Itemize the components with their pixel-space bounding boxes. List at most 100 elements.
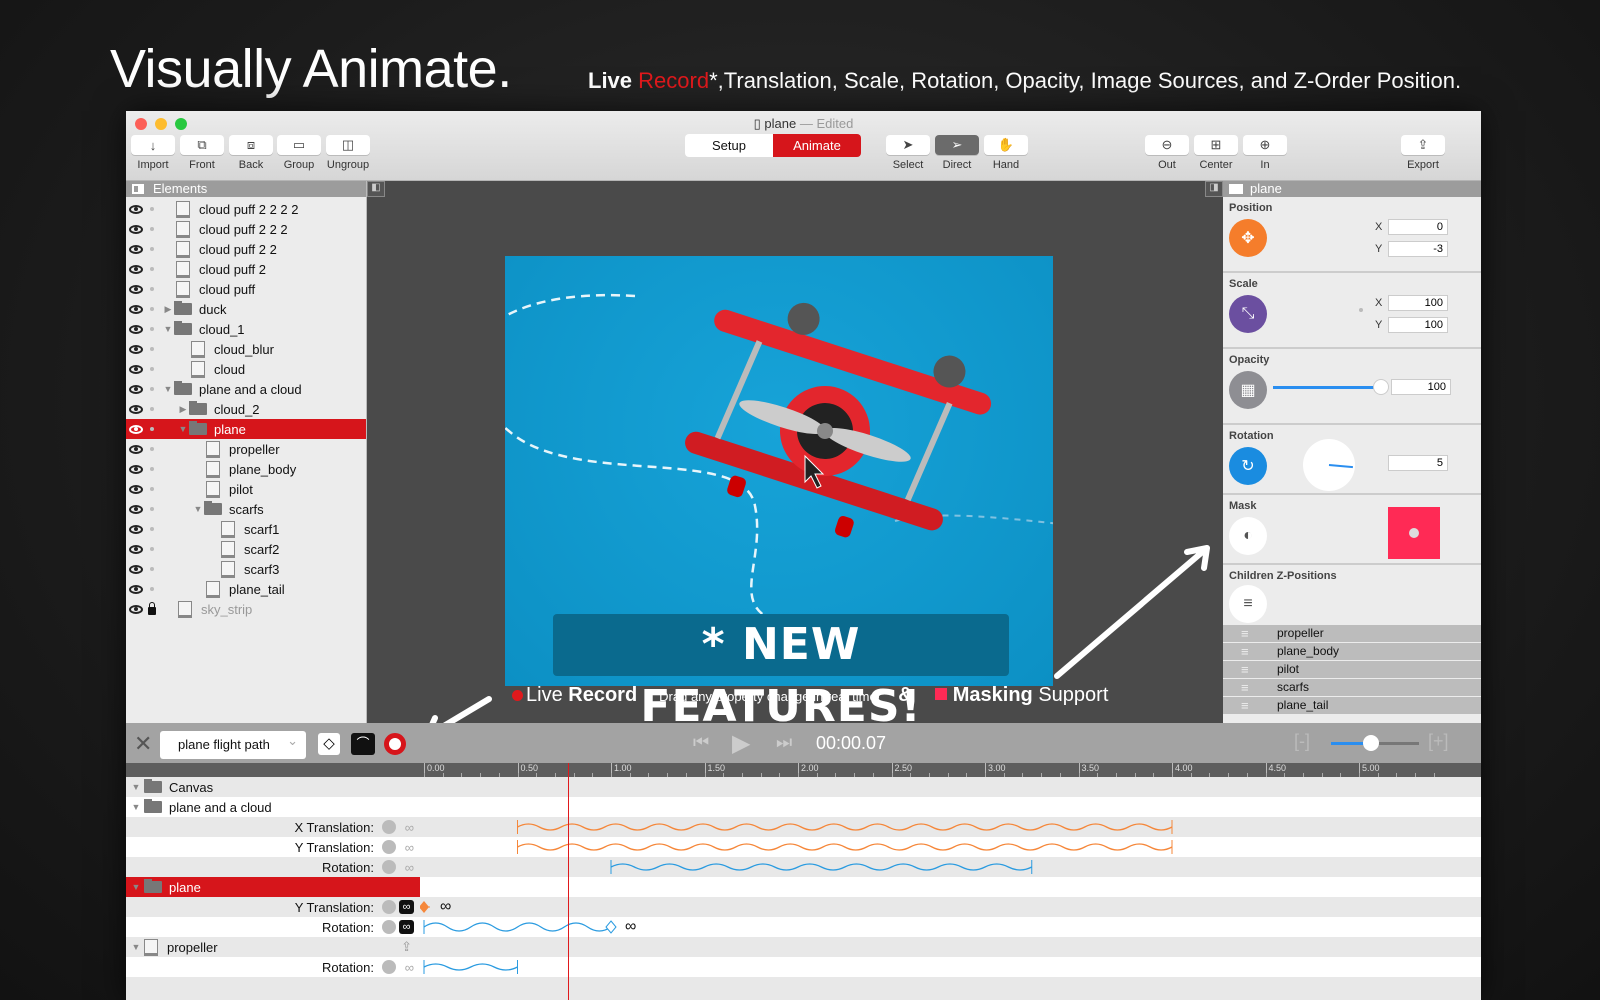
element-row[interactable]: ▶ cloud_2	[126, 399, 366, 419]
timeline-property-row[interactable]: Y Translation: ∞ ∞	[126, 897, 1481, 917]
out-button[interactable]: ⊖ Out	[1144, 135, 1190, 171]
direct-button[interactable]: ➢ Direct	[934, 135, 980, 171]
lock-toggle-dot[interactable]	[150, 567, 154, 571]
disclosure-closed-icon[interactable]: ▶	[177, 404, 189, 415]
animation-curve[interactable]	[420, 957, 1481, 977]
play-icon[interactable]: ▶	[732, 729, 750, 758]
visibility-eye-icon[interactable]	[129, 324, 143, 334]
z-order-item[interactable]: pilot	[1223, 661, 1481, 678]
playhead[interactable]	[568, 763, 569, 1000]
element-row[interactable]: scarf2	[126, 539, 366, 559]
scale-y-field[interactable]: 100	[1388, 317, 1448, 333]
timeline-property-row[interactable]: Y Translation: ∞	[126, 837, 1481, 857]
lock-toggle-dot[interactable]	[150, 267, 154, 271]
lock-toggle-dot[interactable]	[150, 347, 154, 351]
scale-icon[interactable]: ⤡	[1229, 295, 1267, 333]
disclosure-closed-icon[interactable]: ▶	[162, 304, 174, 315]
ungroup-button[interactable]: ◫ Ungroup	[325, 135, 371, 171]
disclosure-open-icon[interactable]: ▼	[130, 782, 142, 792]
add-keyframe-icon[interactable]	[382, 960, 396, 974]
element-row[interactable]: cloud puff	[126, 279, 366, 299]
timeline-property-row[interactable]: Rotation: ∞ ∞	[126, 917, 1481, 937]
timeline-property-row[interactable]: Rotation: ∞	[126, 857, 1481, 877]
timeline-zoom-slider[interactable]	[1331, 735, 1419, 751]
visibility-eye-icon[interactable]	[129, 604, 143, 614]
visibility-eye-icon[interactable]	[129, 464, 143, 474]
select-button[interactable]: ➤ Select	[885, 135, 931, 171]
add-keyframe-icon[interactable]	[382, 840, 396, 854]
lock-toggle-dot[interactable]	[150, 287, 154, 291]
visibility-eye-icon[interactable]	[129, 224, 143, 234]
lock-toggle-dot[interactable]	[150, 207, 154, 211]
skip-forward-icon[interactable]: ⏭	[776, 732, 792, 753]
z-order-item[interactable]: plane_body	[1223, 643, 1481, 660]
element-row[interactable]: ▼ plane	[126, 419, 366, 439]
loop-marker-icon[interactable]: ∞	[625, 918, 636, 936]
disclosure-open-icon[interactable]: ▼	[162, 324, 174, 334]
visibility-eye-icon[interactable]	[129, 264, 143, 274]
mask-icon[interactable]: ◐	[1229, 517, 1267, 555]
lock-toggle-dot[interactable]	[150, 547, 154, 551]
visibility-eye-icon[interactable]	[129, 504, 143, 514]
element-row[interactable]: pilot	[126, 479, 366, 499]
animation-curve[interactable]	[420, 917, 1481, 937]
animation-curve[interactable]	[420, 817, 1481, 837]
close-timeline-icon[interactable]: ✕	[134, 731, 152, 757]
timeline-group-row[interactable]: ▼ plane	[126, 877, 1481, 897]
move-icon[interactable]: ✥	[1229, 219, 1267, 257]
disclosure-open-icon[interactable]: ▼	[130, 802, 142, 812]
lock-toggle-dot[interactable]	[150, 407, 154, 411]
element-row[interactable]: ▼ cloud_1	[126, 319, 366, 339]
scale-link-dot[interactable]	[1359, 308, 1363, 312]
element-row[interactable]: cloud puff 2	[126, 259, 366, 279]
stage[interactable]: * NEW FEATURES!	[505, 256, 1053, 732]
loop-icon[interactable]: ∞	[399, 920, 414, 934]
zoom-out-timeline-icon[interactable]: [-]	[1294, 731, 1310, 752]
setup-mode-button[interactable]: Setup	[685, 134, 773, 157]
loop-icon[interactable]: ∞	[405, 860, 414, 875]
element-row[interactable]: scarf1	[126, 519, 366, 539]
list-icon[interactable]: ≡	[1229, 585, 1267, 623]
lock-toggle-dot[interactable]	[150, 367, 154, 371]
skip-back-icon[interactable]: ⏮	[693, 732, 709, 753]
animation-curve[interactable]	[420, 857, 1481, 877]
loop-icon[interactable]: ∞	[399, 900, 414, 914]
visibility-eye-icon[interactable]	[129, 444, 143, 454]
loop-icon[interactable]: ∞	[405, 960, 414, 975]
visibility-eye-icon[interactable]	[129, 424, 143, 434]
lock-toggle-dot[interactable]	[150, 527, 154, 531]
z-order-item[interactable]: plane_tail	[1223, 697, 1481, 714]
position-y-field[interactable]: -3	[1388, 241, 1448, 257]
timeline-group-row[interactable]: ▼ propeller ⇪	[126, 937, 1481, 957]
loop-marker-icon[interactable]: ∞	[440, 898, 451, 916]
group-button[interactable]: ▭ Group	[276, 135, 322, 171]
share-icon[interactable]: ⇪	[401, 939, 412, 955]
rotation-field[interactable]: 5	[1388, 455, 1448, 471]
lock-toggle-dot[interactable]	[150, 387, 154, 391]
element-row[interactable]: ▼ scarfs	[126, 499, 366, 519]
visibility-eye-icon[interactable]	[129, 564, 143, 574]
visibility-eye-icon[interactable]	[129, 364, 143, 374]
curve-mode-icon[interactable]: ⌒	[351, 733, 375, 755]
add-keyframe-icon[interactable]	[382, 820, 396, 834]
visibility-eye-icon[interactable]	[129, 544, 143, 554]
visibility-eye-icon[interactable]	[129, 204, 143, 214]
element-row[interactable]: cloud puff 2 2 2	[126, 219, 366, 239]
element-row[interactable]: scarf3	[126, 559, 366, 579]
scale-x-field[interactable]: 100	[1388, 295, 1448, 311]
element-row[interactable]: plane_body	[126, 459, 366, 479]
visibility-eye-icon[interactable]	[129, 584, 143, 594]
timeline-property-row[interactable]: Rotation: ∞	[126, 957, 1481, 977]
visibility-eye-icon[interactable]	[129, 284, 143, 294]
front-button[interactable]: ⧉ Front	[179, 135, 225, 171]
element-row[interactable]: ▶ duck	[126, 299, 366, 319]
element-row[interactable]: cloud puff 2 2 2 2	[126, 199, 366, 219]
element-row[interactable]: cloud puff 2 2	[126, 239, 366, 259]
animation-select[interactable]: plane flight path	[160, 727, 306, 759]
timeline-group-row[interactable]: ▼ plane and a cloud	[126, 797, 1481, 817]
opacity-slider-knob[interactable]	[1373, 379, 1389, 395]
back-button[interactable]: ⧈ Back	[228, 135, 274, 171]
lock-toggle-dot[interactable]	[150, 587, 154, 591]
opacity-icon[interactable]: ▦	[1229, 371, 1267, 409]
lock-toggle-dot[interactable]	[150, 507, 154, 511]
